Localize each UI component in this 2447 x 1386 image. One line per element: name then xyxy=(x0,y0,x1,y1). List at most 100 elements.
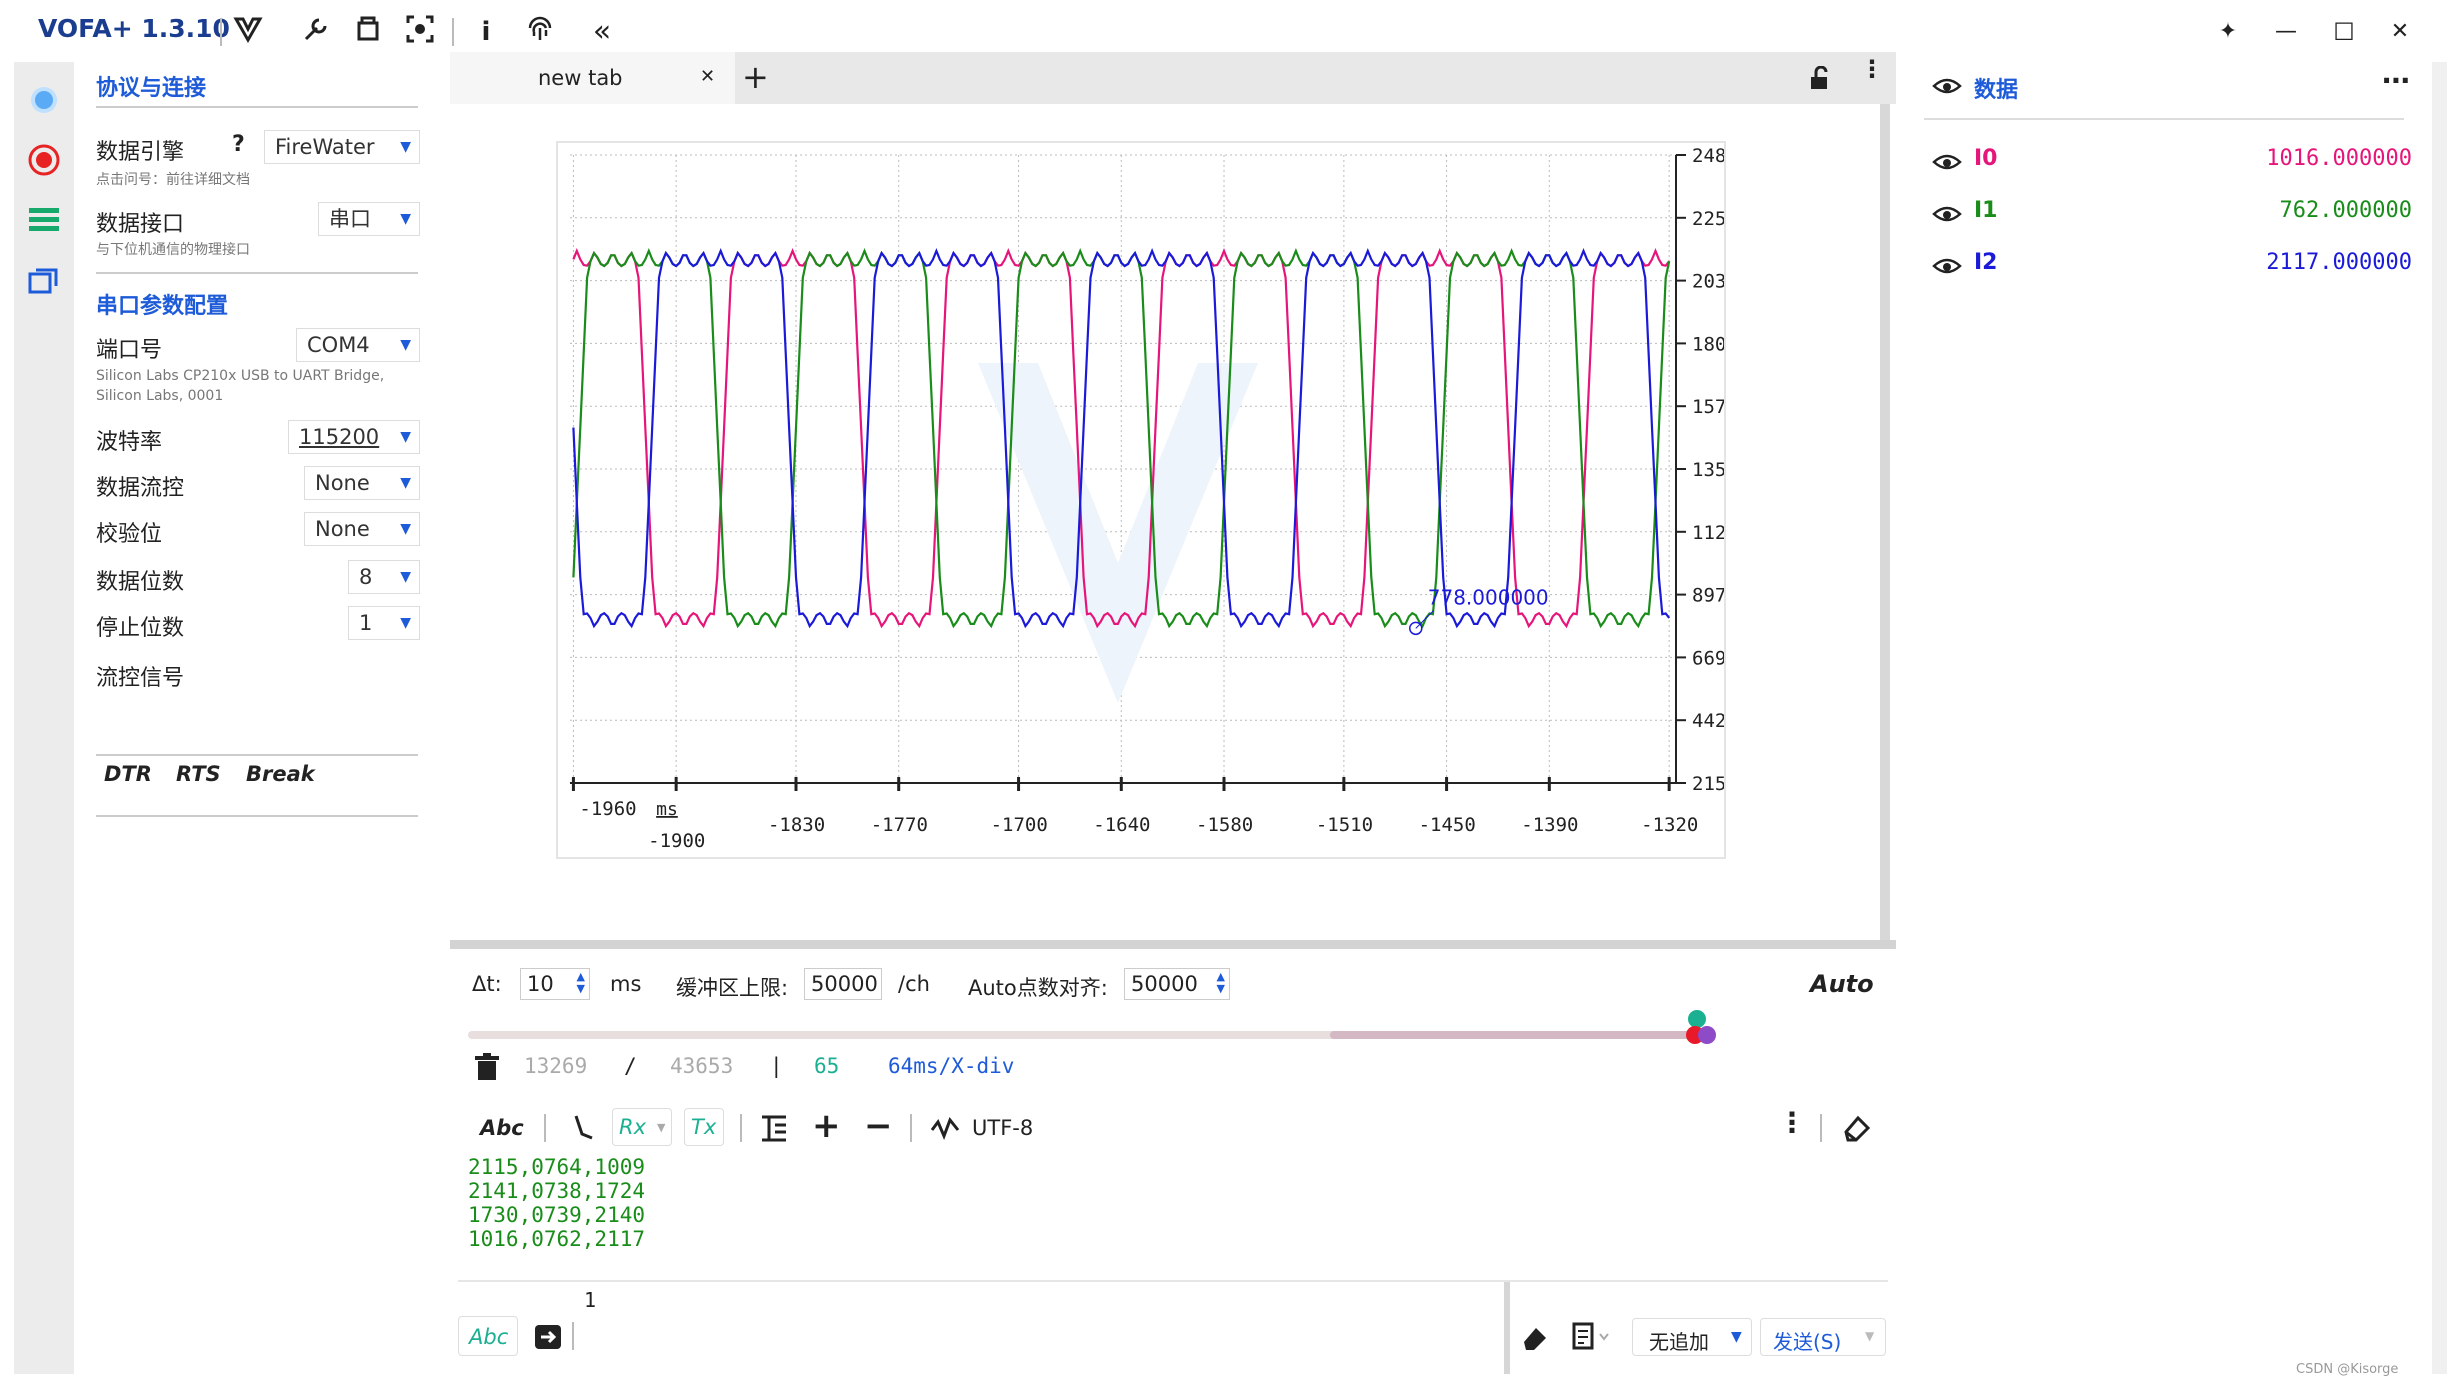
port-select[interactable]: COM4 ▼ xyxy=(296,328,420,362)
baud-select[interactable]: 115200 ▼ xyxy=(288,420,420,454)
vofa-logo-icon[interactable] xyxy=(230,14,266,50)
console-line: 2141,0738,1724 xyxy=(468,1179,646,1203)
send-abc-toggle[interactable]: Abc xyxy=(458,1316,518,1356)
auto-mode-button[interactable]: Auto xyxy=(1810,970,1874,998)
plugin-icon[interactable] xyxy=(350,14,386,50)
dt-input[interactable]: 10 ▲ ▼ xyxy=(520,968,590,1000)
windows-icon[interactable] xyxy=(26,262,62,298)
eye-icon[interactable] xyxy=(1932,74,1962,102)
chevron-down-icon: ▼ xyxy=(400,337,411,353)
tab-close-icon[interactable]: ✕ xyxy=(700,66,715,87)
graph-frame[interactable]: 2486.651 2259.56 2032.469 1805.378 1578.287 1… xyxy=(556,141,1784,859)
channel-row-i2[interactable]: I2 2117.000000 xyxy=(1932,246,2412,286)
break-button[interactable]: Break xyxy=(246,762,315,786)
chevron-down-icon: ▼ xyxy=(400,521,411,537)
add-tab-icon[interactable]: + xyxy=(742,58,769,96)
eye-icon[interactable] xyxy=(1932,150,1962,178)
send-file-icon[interactable] xyxy=(534,1324,562,1354)
tx-label: Tx xyxy=(691,1115,717,1139)
wave-icon[interactable] xyxy=(930,1116,960,1144)
chevron-down-icon: ▼ xyxy=(400,211,411,227)
capture-icon[interactable] xyxy=(402,14,438,50)
console-line: 1016,0762,2117 xyxy=(468,1227,646,1251)
history-icon[interactable] xyxy=(1572,1322,1612,1356)
rx-toggle[interactable]: Rx ▼ xyxy=(612,1108,672,1146)
port-desc-1: Silicon Labs CP210x USB to UART Bridge, xyxy=(96,368,385,384)
auto-input[interactable]: 50000 ▲ ▼ xyxy=(1124,968,1230,1000)
rts-button[interactable]: RTS xyxy=(176,762,221,786)
encoding-select[interactable]: UTF-8 xyxy=(972,1116,1033,1140)
clear-send-icon[interactable] xyxy=(1520,1324,1548,1356)
collapse-icon[interactable]: « xyxy=(584,14,620,50)
engine-select[interactable]: FireWater ▼ xyxy=(264,130,420,164)
eye-icon[interactable] xyxy=(1932,202,1962,230)
cursor-value-label: 778.000000 xyxy=(1428,585,1549,609)
stopbits-select[interactable]: 1 ▼ xyxy=(348,606,420,640)
x-tick-label: -1830 xyxy=(768,814,825,836)
y-tick-label: 1805.378 xyxy=(1692,333,1724,355)
tab-new-tab[interactable]: new tab ✕ xyxy=(450,52,735,104)
interface-select[interactable]: 串口 ▼ xyxy=(318,202,420,236)
zoom-in-icon[interactable]: + xyxy=(812,1106,841,1146)
toolbar-separator xyxy=(220,18,222,46)
send-button[interactable]: 发送(S) ▼ xyxy=(1760,1318,1886,1356)
scrollbar[interactable] xyxy=(1880,104,1890,940)
more-vert-icon[interactable]: ⋮ xyxy=(1778,1106,1806,1139)
minimize-icon[interactable]: — xyxy=(2268,14,2304,50)
info-icon[interactable]: i xyxy=(468,14,504,50)
connection-icon[interactable] xyxy=(26,82,62,118)
y-tick-label: 1351.196 xyxy=(1692,459,1724,481)
x-tick-label: -1960 xyxy=(579,798,636,820)
pin-icon[interactable]: ✦ xyxy=(2210,14,2246,50)
more-horiz-icon[interactable]: ⋯ xyxy=(2382,64,2410,97)
flow-select[interactable]: None ▼ xyxy=(304,466,420,500)
eye-icon[interactable] xyxy=(1932,254,1962,282)
zoom-out-icon[interactable]: − xyxy=(864,1106,893,1146)
channel-row-i0[interactable]: I0 1016.000000 xyxy=(1932,142,2412,182)
buffer-input[interactable]: 50000 xyxy=(804,968,882,1000)
x-tick-label: -1770 xyxy=(871,814,928,836)
divider xyxy=(96,106,418,108)
record-icon[interactable] xyxy=(26,142,62,178)
maximize-icon[interactable]: ☐ xyxy=(2326,14,2362,50)
channel-value: 1016.000000 xyxy=(2266,146,2412,171)
waveform-chart[interactable]: 2486.651 2259.56 2032.469 1805.378 1578.287 1… xyxy=(558,143,1784,857)
eraser-icon[interactable] xyxy=(1842,1114,1871,1146)
slider-handle-purple[interactable] xyxy=(1698,1026,1716,1044)
send-line-number: 1 xyxy=(584,1288,597,1312)
engine-label: 数据引擎 xyxy=(96,140,185,165)
dt-label: Δt: xyxy=(472,972,502,996)
hook-icon[interactable] xyxy=(572,1112,596,1146)
tx-toggle[interactable]: Tx xyxy=(684,1108,724,1146)
range-slider[interactable] xyxy=(468,1031,1708,1039)
chevron-down-icon: ▼ xyxy=(1865,1329,1875,1343)
abc-toggle[interactable]: Abc xyxy=(480,1116,524,1140)
wrench-icon[interactable] xyxy=(298,14,334,50)
unlock-icon[interactable] xyxy=(1808,65,1832,94)
close-icon[interactable]: ✕ xyxy=(2382,14,2418,50)
fingerprint-icon[interactable] xyxy=(522,14,558,50)
port-desc-2: Silicon Labs, 0001 xyxy=(96,388,224,404)
port-value: COM4 xyxy=(307,333,370,357)
chevron-down-icon: ▼ xyxy=(657,1121,666,1134)
xdiv-label: 64ms/X-div xyxy=(888,1054,1015,1078)
splitter[interactable] xyxy=(450,940,1896,949)
append-select[interactable]: 无追加 ▼ xyxy=(1632,1318,1752,1356)
more-vert-icon[interactable]: ⋮ xyxy=(1860,57,1884,81)
channel-row-i1[interactable]: I1 762.000000 xyxy=(1932,194,2412,234)
dtr-button[interactable]: DTR xyxy=(104,762,152,786)
engine-help-icon[interactable]: ? xyxy=(232,132,245,157)
parity-select[interactable]: None ▼ xyxy=(304,512,420,546)
databits-select[interactable]: 8 ▼ xyxy=(348,560,420,594)
buffer-label: 缓冲区上限: xyxy=(676,976,789,1000)
x-tick-label: -1640 xyxy=(1093,814,1150,836)
list-icon[interactable] xyxy=(26,202,62,238)
trash-icon[interactable] xyxy=(474,1053,500,1085)
console-output[interactable]: 2115,0764,1009 2141,0738,1724 1730,0739,… xyxy=(468,1155,645,1251)
text-format-icon[interactable] xyxy=(760,1114,788,1146)
send-splitter[interactable] xyxy=(1504,1282,1510,1374)
spinner-icon[interactable]: ▲ ▼ xyxy=(1217,971,1225,995)
spinner-icon[interactable]: ▲ ▼ xyxy=(577,971,585,995)
interface-sub: 与下位机通信的物理接口 xyxy=(96,242,250,258)
toolbar-separator xyxy=(1820,1114,1822,1142)
